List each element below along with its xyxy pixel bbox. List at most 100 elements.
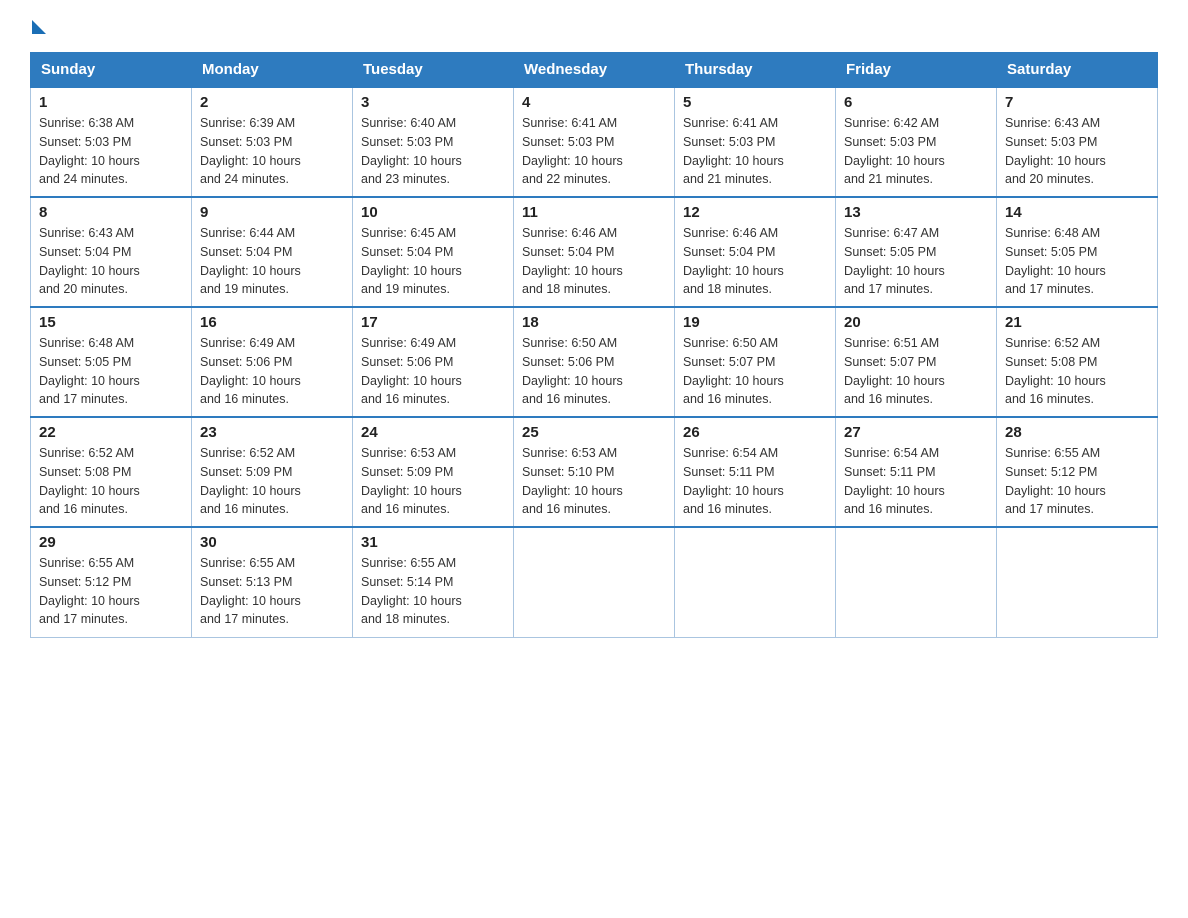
logo (30, 20, 46, 32)
day-info: Sunrise: 6:48 AMSunset: 5:05 PMDaylight:… (39, 336, 140, 406)
day-info: Sunrise: 6:54 AMSunset: 5:11 PMDaylight:… (844, 446, 945, 516)
logo-triangle-icon (32, 20, 46, 34)
day-info: Sunrise: 6:50 AMSunset: 5:06 PMDaylight:… (522, 336, 623, 406)
day-number: 19 (683, 314, 827, 331)
calendar-cell: 29 Sunrise: 6:55 AMSunset: 5:12 PMDaylig… (31, 527, 192, 637)
day-number: 29 (39, 534, 183, 551)
calendar-week-row: 1 Sunrise: 6:38 AMSunset: 5:03 PMDayligh… (31, 87, 1158, 197)
day-info: Sunrise: 6:42 AMSunset: 5:03 PMDaylight:… (844, 116, 945, 186)
calendar-cell: 2 Sunrise: 6:39 AMSunset: 5:03 PMDayligh… (192, 87, 353, 197)
calendar-cell: 6 Sunrise: 6:42 AMSunset: 5:03 PMDayligh… (836, 87, 997, 197)
day-info: Sunrise: 6:52 AMSunset: 5:08 PMDaylight:… (1005, 336, 1106, 406)
calendar-cell: 7 Sunrise: 6:43 AMSunset: 5:03 PMDayligh… (997, 87, 1158, 197)
calendar-cell: 12 Sunrise: 6:46 AMSunset: 5:04 PMDaylig… (675, 197, 836, 307)
calendar-cell: 28 Sunrise: 6:55 AMSunset: 5:12 PMDaylig… (997, 417, 1158, 527)
calendar-week-row: 29 Sunrise: 6:55 AMSunset: 5:12 PMDaylig… (31, 527, 1158, 637)
day-number: 9 (200, 204, 344, 221)
day-info: Sunrise: 6:48 AMSunset: 5:05 PMDaylight:… (1005, 226, 1106, 296)
calendar-cell: 15 Sunrise: 6:48 AMSunset: 5:05 PMDaylig… (31, 307, 192, 417)
day-number: 5 (683, 94, 827, 111)
day-info: Sunrise: 6:52 AMSunset: 5:09 PMDaylight:… (200, 446, 301, 516)
day-info: Sunrise: 6:49 AMSunset: 5:06 PMDaylight:… (361, 336, 462, 406)
day-number: 13 (844, 204, 988, 221)
day-info: Sunrise: 6:45 AMSunset: 5:04 PMDaylight:… (361, 226, 462, 296)
day-info: Sunrise: 6:54 AMSunset: 5:11 PMDaylight:… (683, 446, 784, 516)
day-number: 31 (361, 534, 505, 551)
day-number: 30 (200, 534, 344, 551)
calendar-cell: 18 Sunrise: 6:50 AMSunset: 5:06 PMDaylig… (514, 307, 675, 417)
page-header (30, 20, 1158, 32)
day-number: 12 (683, 204, 827, 221)
calendar-cell: 17 Sunrise: 6:49 AMSunset: 5:06 PMDaylig… (353, 307, 514, 417)
day-number: 3 (361, 94, 505, 111)
header-saturday: Saturday (997, 53, 1158, 88)
day-info: Sunrise: 6:53 AMSunset: 5:09 PMDaylight:… (361, 446, 462, 516)
day-number: 17 (361, 314, 505, 331)
day-number: 18 (522, 314, 666, 331)
calendar-cell: 24 Sunrise: 6:53 AMSunset: 5:09 PMDaylig… (353, 417, 514, 527)
day-number: 2 (200, 94, 344, 111)
day-info: Sunrise: 6:50 AMSunset: 5:07 PMDaylight:… (683, 336, 784, 406)
calendar-table: SundayMondayTuesdayWednesdayThursdayFrid… (30, 52, 1158, 638)
day-info: Sunrise: 6:46 AMSunset: 5:04 PMDaylight:… (522, 226, 623, 296)
calendar-week-row: 22 Sunrise: 6:52 AMSunset: 5:08 PMDaylig… (31, 417, 1158, 527)
day-number: 20 (844, 314, 988, 331)
day-info: Sunrise: 6:43 AMSunset: 5:04 PMDaylight:… (39, 226, 140, 296)
day-number: 21 (1005, 314, 1149, 331)
calendar-cell: 11 Sunrise: 6:46 AMSunset: 5:04 PMDaylig… (514, 197, 675, 307)
calendar-week-row: 8 Sunrise: 6:43 AMSunset: 5:04 PMDayligh… (31, 197, 1158, 307)
header-sunday: Sunday (31, 53, 192, 88)
calendar-cell (514, 527, 675, 637)
header-tuesday: Tuesday (353, 53, 514, 88)
header-monday: Monday (192, 53, 353, 88)
day-info: Sunrise: 6:51 AMSunset: 5:07 PMDaylight:… (844, 336, 945, 406)
calendar-cell: 16 Sunrise: 6:49 AMSunset: 5:06 PMDaylig… (192, 307, 353, 417)
day-info: Sunrise: 6:40 AMSunset: 5:03 PMDaylight:… (361, 116, 462, 186)
day-number: 11 (522, 204, 666, 221)
calendar-cell: 8 Sunrise: 6:43 AMSunset: 5:04 PMDayligh… (31, 197, 192, 307)
header-thursday: Thursday (675, 53, 836, 88)
calendar-week-row: 15 Sunrise: 6:48 AMSunset: 5:05 PMDaylig… (31, 307, 1158, 417)
calendar-cell: 1 Sunrise: 6:38 AMSunset: 5:03 PMDayligh… (31, 87, 192, 197)
calendar-cell: 23 Sunrise: 6:52 AMSunset: 5:09 PMDaylig… (192, 417, 353, 527)
day-info: Sunrise: 6:53 AMSunset: 5:10 PMDaylight:… (522, 446, 623, 516)
calendar-cell: 30 Sunrise: 6:55 AMSunset: 5:13 PMDaylig… (192, 527, 353, 637)
day-number: 25 (522, 424, 666, 441)
day-info: Sunrise: 6:55 AMSunset: 5:13 PMDaylight:… (200, 556, 301, 626)
day-number: 23 (200, 424, 344, 441)
day-number: 4 (522, 94, 666, 111)
calendar-cell: 4 Sunrise: 6:41 AMSunset: 5:03 PMDayligh… (514, 87, 675, 197)
day-info: Sunrise: 6:52 AMSunset: 5:08 PMDaylight:… (39, 446, 140, 516)
day-number: 6 (844, 94, 988, 111)
calendar-cell: 20 Sunrise: 6:51 AMSunset: 5:07 PMDaylig… (836, 307, 997, 417)
calendar-cell: 9 Sunrise: 6:44 AMSunset: 5:04 PMDayligh… (192, 197, 353, 307)
day-number: 7 (1005, 94, 1149, 111)
header-friday: Friday (836, 53, 997, 88)
calendar-cell: 22 Sunrise: 6:52 AMSunset: 5:08 PMDaylig… (31, 417, 192, 527)
header-wednesday: Wednesday (514, 53, 675, 88)
calendar-cell (836, 527, 997, 637)
calendar-cell: 19 Sunrise: 6:50 AMSunset: 5:07 PMDaylig… (675, 307, 836, 417)
calendar-cell: 21 Sunrise: 6:52 AMSunset: 5:08 PMDaylig… (997, 307, 1158, 417)
day-info: Sunrise: 6:55 AMSunset: 5:14 PMDaylight:… (361, 556, 462, 626)
day-info: Sunrise: 6:44 AMSunset: 5:04 PMDaylight:… (200, 226, 301, 296)
day-info: Sunrise: 6:47 AMSunset: 5:05 PMDaylight:… (844, 226, 945, 296)
day-number: 22 (39, 424, 183, 441)
calendar-cell: 25 Sunrise: 6:53 AMSunset: 5:10 PMDaylig… (514, 417, 675, 527)
day-number: 1 (39, 94, 183, 111)
day-info: Sunrise: 6:43 AMSunset: 5:03 PMDaylight:… (1005, 116, 1106, 186)
calendar-cell: 5 Sunrise: 6:41 AMSunset: 5:03 PMDayligh… (675, 87, 836, 197)
calendar-header-row: SundayMondayTuesdayWednesdayThursdayFrid… (31, 53, 1158, 88)
calendar-cell: 14 Sunrise: 6:48 AMSunset: 5:05 PMDaylig… (997, 197, 1158, 307)
day-info: Sunrise: 6:55 AMSunset: 5:12 PMDaylight:… (1005, 446, 1106, 516)
day-info: Sunrise: 6:55 AMSunset: 5:12 PMDaylight:… (39, 556, 140, 626)
day-number: 8 (39, 204, 183, 221)
calendar-cell (997, 527, 1158, 637)
day-number: 14 (1005, 204, 1149, 221)
calendar-cell: 27 Sunrise: 6:54 AMSunset: 5:11 PMDaylig… (836, 417, 997, 527)
day-number: 15 (39, 314, 183, 331)
day-info: Sunrise: 6:41 AMSunset: 5:03 PMDaylight:… (683, 116, 784, 186)
calendar-cell: 13 Sunrise: 6:47 AMSunset: 5:05 PMDaylig… (836, 197, 997, 307)
day-number: 16 (200, 314, 344, 331)
calendar-cell (675, 527, 836, 637)
